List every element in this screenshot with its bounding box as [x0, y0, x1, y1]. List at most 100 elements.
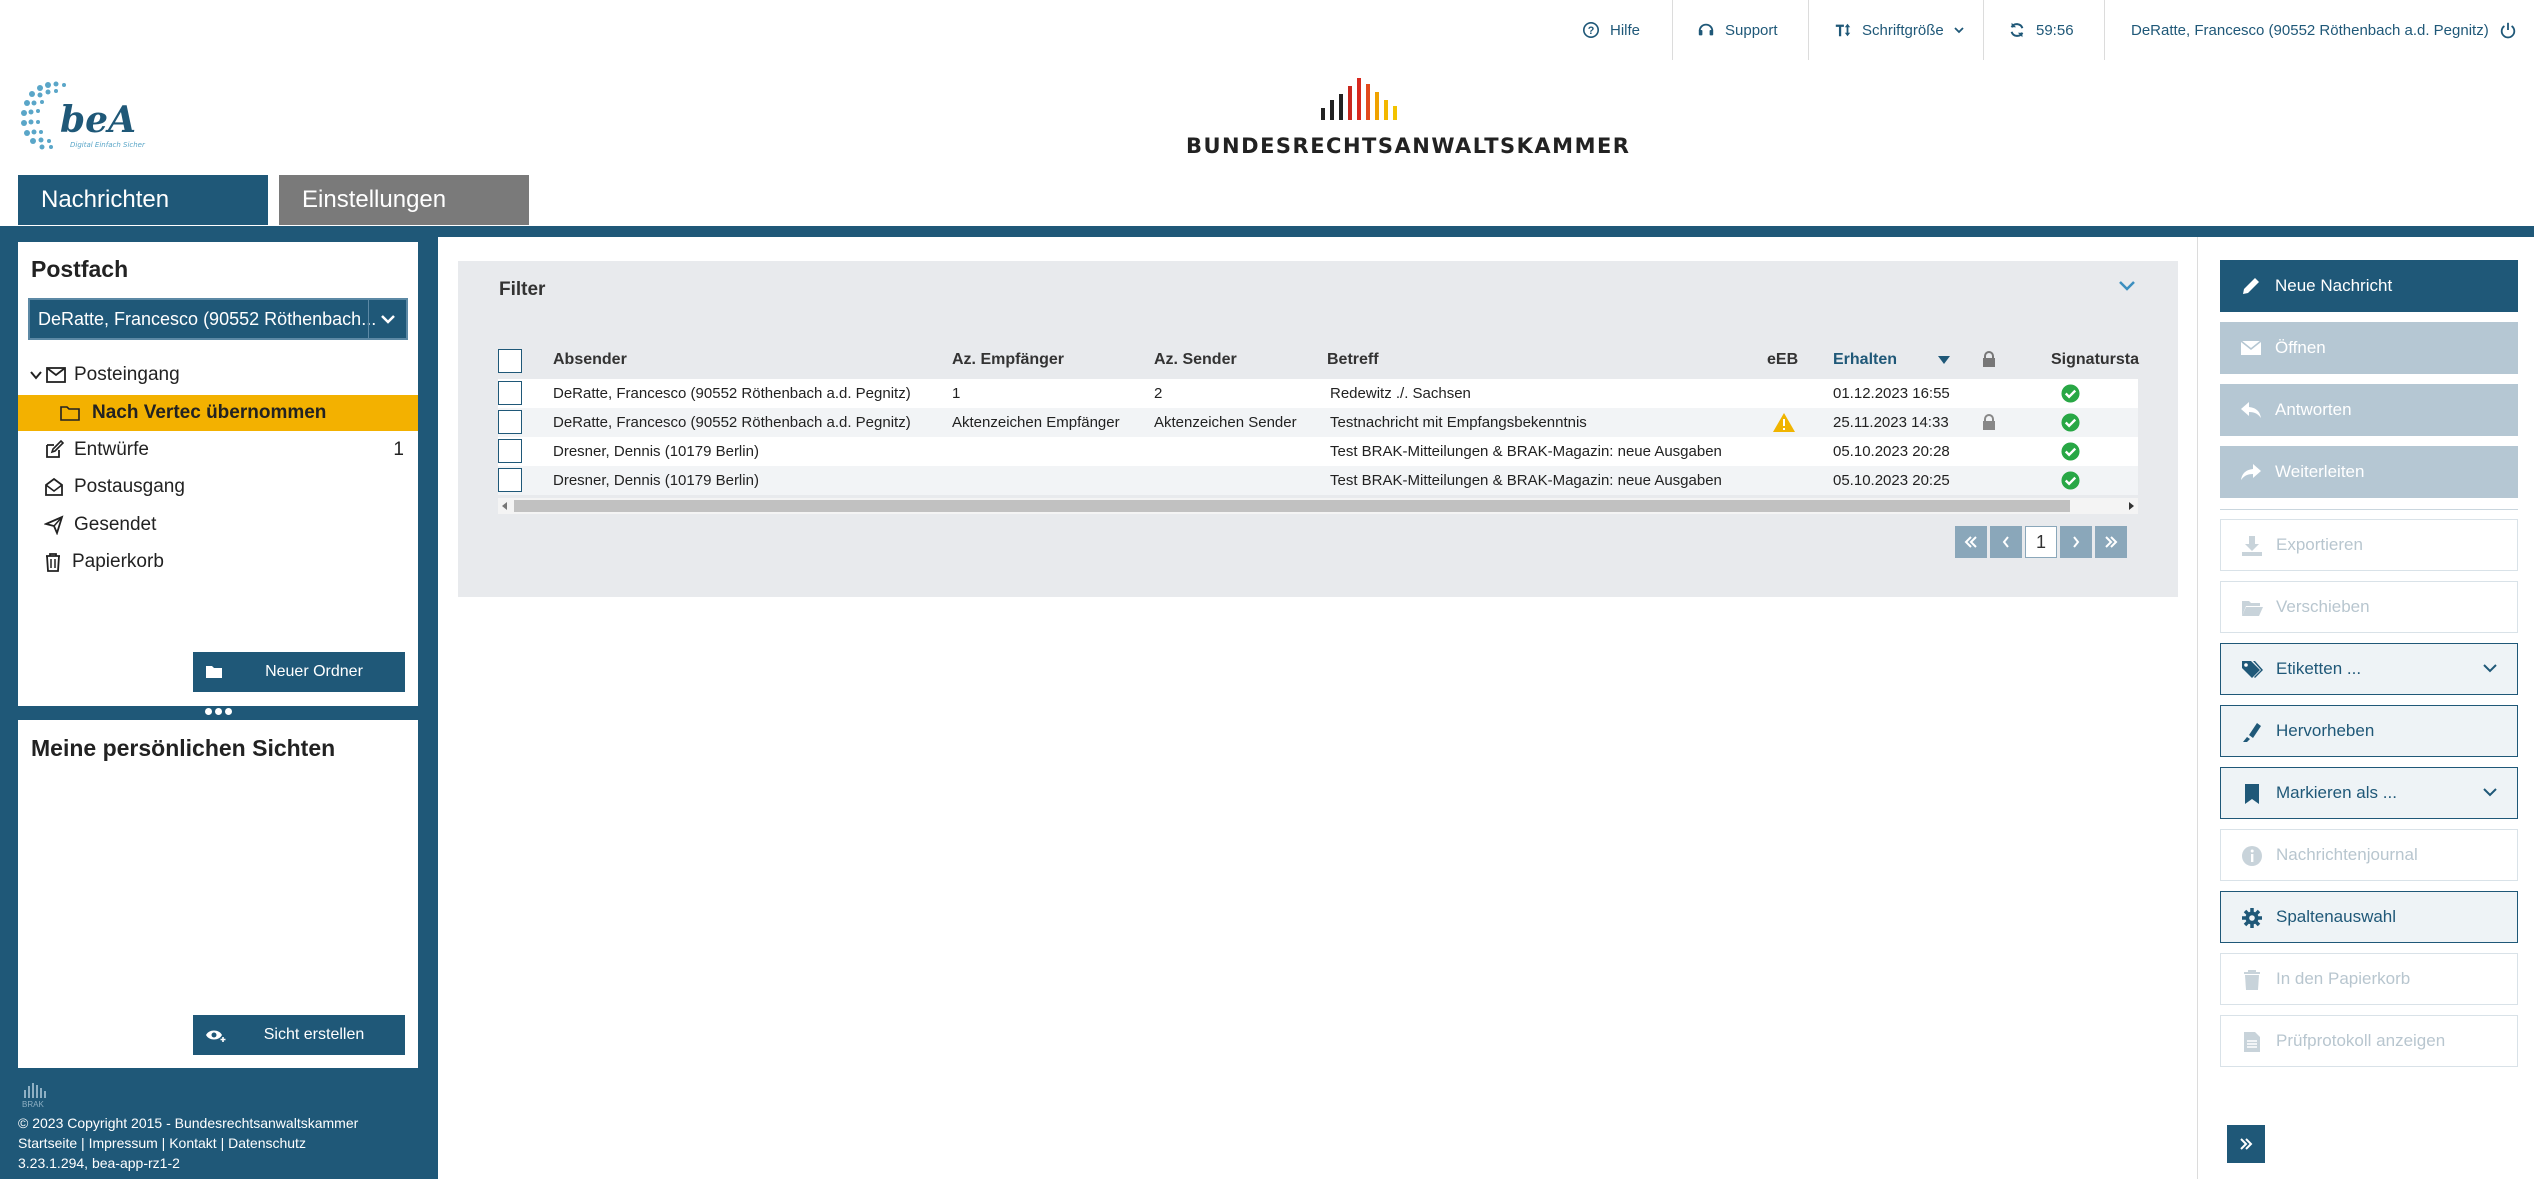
- chevron-down-icon: [380, 315, 395, 324]
- row-checkbox[interactable]: [498, 439, 522, 463]
- next-page-button[interactable]: [2060, 526, 2092, 558]
- show-protocol-button[interactable]: Prüfprotokoll anzeigen: [2220, 1015, 2518, 1067]
- col-absender[interactable]: Absender: [553, 351, 627, 369]
- create-view-button[interactable]: Sicht erstellen: [193, 1015, 405, 1055]
- expand-sidebar-button[interactable]: [2227, 1125, 2265, 1163]
- table-row[interactable]: Dresner, Dennis (10179 Berlin) Test BRAK…: [498, 466, 2138, 495]
- move-label: Verschieben: [2276, 597, 2370, 616]
- col-signaturstatus[interactable]: Signatursta: [2051, 351, 2139, 369]
- lock-icon[interactable]: [1982, 351, 1996, 367]
- open-button[interactable]: Öffnen: [2220, 322, 2518, 374]
- session-timer[interactable]: 59:56: [2008, 0, 2074, 60]
- export-label: Exportieren: [2276, 535, 2363, 554]
- prev-page-button[interactable]: [1990, 526, 2022, 558]
- row-checkbox[interactable]: [498, 410, 522, 434]
- current-page[interactable]: 1: [2025, 526, 2057, 558]
- folder-count: 1: [393, 439, 404, 460]
- first-page-button[interactable]: [1955, 526, 1987, 558]
- folder-label: Postausgang: [74, 476, 185, 497]
- header-divider: [0, 226, 2534, 237]
- select-all-checkbox[interactable]: [498, 349, 522, 373]
- support-link[interactable]: Support: [1697, 0, 1778, 60]
- divider: [2220, 509, 2518, 510]
- folder-nach-vertec[interactable]: Nach Vertec übernommen: [18, 395, 418, 431]
- cell-betreff: Testnachricht mit Empfangsbekenntnis: [1330, 414, 1587, 431]
- font-size-dropdown[interactable]: Schriftgröße: [1834, 0, 1964, 60]
- col-az-sender[interactable]: Az. Sender: [1154, 351, 1237, 369]
- export-button[interactable]: Exportieren: [2220, 519, 2518, 571]
- cell-betreff: Test BRAK-Mitteilungen & BRAK-Magazin: n…: [1330, 472, 1722, 489]
- link-impressum[interactable]: Impressum: [89, 1135, 158, 1151]
- tab-nachrichten[interactable]: Nachrichten: [18, 175, 268, 225]
- filter-toggle[interactable]: Filter: [499, 279, 545, 301]
- panel-resize-handle[interactable]: [205, 708, 232, 715]
- new-folder-button[interactable]: Neuer Ordner: [193, 652, 405, 692]
- reply-button[interactable]: Antworten: [2220, 384, 2518, 436]
- col-az-empfaenger[interactable]: Az. Empfänger: [952, 351, 1064, 369]
- last-page-button[interactable]: [2095, 526, 2127, 558]
- move-to-trash-button[interactable]: In den Papierkorb: [2220, 953, 2518, 1005]
- power-icon[interactable]: [2499, 21, 2517, 39]
- user-menu[interactable]: DeRatte, Francesco (90552 Röthenbach a.d…: [2131, 0, 2517, 60]
- folder-label: Gesendet: [74, 514, 157, 535]
- col-erhalten[interactable]: Erhalten: [1833, 351, 1897, 369]
- link-kontakt[interactable]: Kontakt: [169, 1135, 216, 1151]
- help-link[interactable]: ? Hilfe: [1582, 0, 1640, 60]
- copyright: © 2023 Copyright 2015 - Bundesrechtsanwa…: [18, 1115, 359, 1131]
- sort-desc-icon[interactable]: [1938, 356, 1950, 364]
- divider: [1983, 0, 1984, 60]
- forward-button[interactable]: Weiterleiten: [2220, 446, 2518, 498]
- mark-as-dropdown[interactable]: Markieren als ...: [2220, 767, 2518, 819]
- labels-dropdown[interactable]: Etiketten ...: [2220, 643, 2518, 695]
- folder-posteingang[interactable]: Posteingang: [18, 357, 418, 393]
- tags-icon: [2242, 661, 2263, 678]
- chevron-down-icon[interactable]: [2118, 279, 2136, 293]
- chevron-down-icon: [2483, 788, 2497, 797]
- cell-az-empfaenger: Aktenzeichen Empfänger: [952, 414, 1120, 431]
- table-row[interactable]: DeRatte, Francesco (90552 Röthenbach a.d…: [498, 379, 2138, 408]
- bea-logo[interactable]: beA Digital Einfach Sicher: [18, 78, 158, 158]
- folder-papierkorb[interactable]: Papierkorb: [18, 544, 418, 580]
- question-circle-icon: ?: [1582, 21, 1600, 39]
- mailbox-dropdown-toggle[interactable]: [368, 300, 406, 338]
- row-checkbox[interactable]: [498, 468, 522, 492]
- new-message-label: Neue Nachricht: [2275, 276, 2393, 295]
- tab-einstellungen[interactable]: Einstellungen: [279, 175, 529, 225]
- new-message-button[interactable]: Neue Nachricht: [2220, 260, 2518, 312]
- scrollbar-thumb[interactable]: [514, 500, 2070, 512]
- scroll-left-icon[interactable]: [501, 502, 509, 510]
- highlight-button[interactable]: Hervorheben: [2220, 705, 2518, 757]
- cell-az-sender: 2: [1154, 385, 1163, 402]
- folder-label: Papierkorb: [72, 551, 164, 572]
- folder-gesendet[interactable]: Gesendet: [18, 507, 418, 543]
- brak-small-logo: BRAK: [22, 1083, 46, 1109]
- link-startseite[interactable]: Startseite: [18, 1135, 77, 1151]
- footer-links: Startseite | Impressum | Kontakt | Daten…: [18, 1135, 306, 1151]
- journal-button[interactable]: Nachrichtenjournal: [2220, 829, 2518, 881]
- warning-icon[interactable]: [1772, 412, 1796, 433]
- horizontal-scrollbar[interactable]: [498, 498, 2138, 514]
- folder-entwuerfe[interactable]: Entwürfe 1: [18, 432, 418, 468]
- column-selection-button[interactable]: Spaltenauswahl: [2220, 891, 2518, 943]
- check-circle-icon: [2061, 413, 2080, 432]
- col-betreff[interactable]: Betreff: [1327, 351, 1379, 369]
- folder-open-icon: [2242, 601, 2263, 616]
- mailbox-select[interactable]: DeRatte, Francesco (90552 Röthenbach...: [28, 298, 408, 340]
- svg-text:?: ?: [1588, 25, 1595, 37]
- table-row[interactable]: DeRatte, Francesco (90552 Röthenbach a.d…: [498, 408, 2138, 437]
- row-checkbox[interactable]: [498, 381, 522, 405]
- bookmark-icon: [2245, 784, 2259, 804]
- link-datenschutz[interactable]: Datenschutz: [228, 1135, 306, 1151]
- scroll-right-icon[interactable]: [2127, 502, 2135, 510]
- folder-icon: [60, 406, 80, 421]
- labels-label: Etiketten ...: [2276, 659, 2362, 678]
- move-button[interactable]: Verschieben: [2220, 581, 2518, 633]
- mark-as-label: Markieren als ...: [2276, 783, 2397, 802]
- user-name: DeRatte, Francesco (90552 Röthenbach a.d…: [2131, 21, 2489, 39]
- folder-postausgang[interactable]: Postausgang: [18, 469, 418, 505]
- col-eeb[interactable]: eEB: [1767, 351, 1798, 369]
- table-row[interactable]: Dresner, Dennis (10179 Berlin) Test BRAK…: [498, 437, 2138, 466]
- eye-plus-icon: [206, 1030, 226, 1042]
- chevron-down-icon: [2483, 664, 2497, 673]
- caret-down-icon[interactable]: [30, 369, 42, 381]
